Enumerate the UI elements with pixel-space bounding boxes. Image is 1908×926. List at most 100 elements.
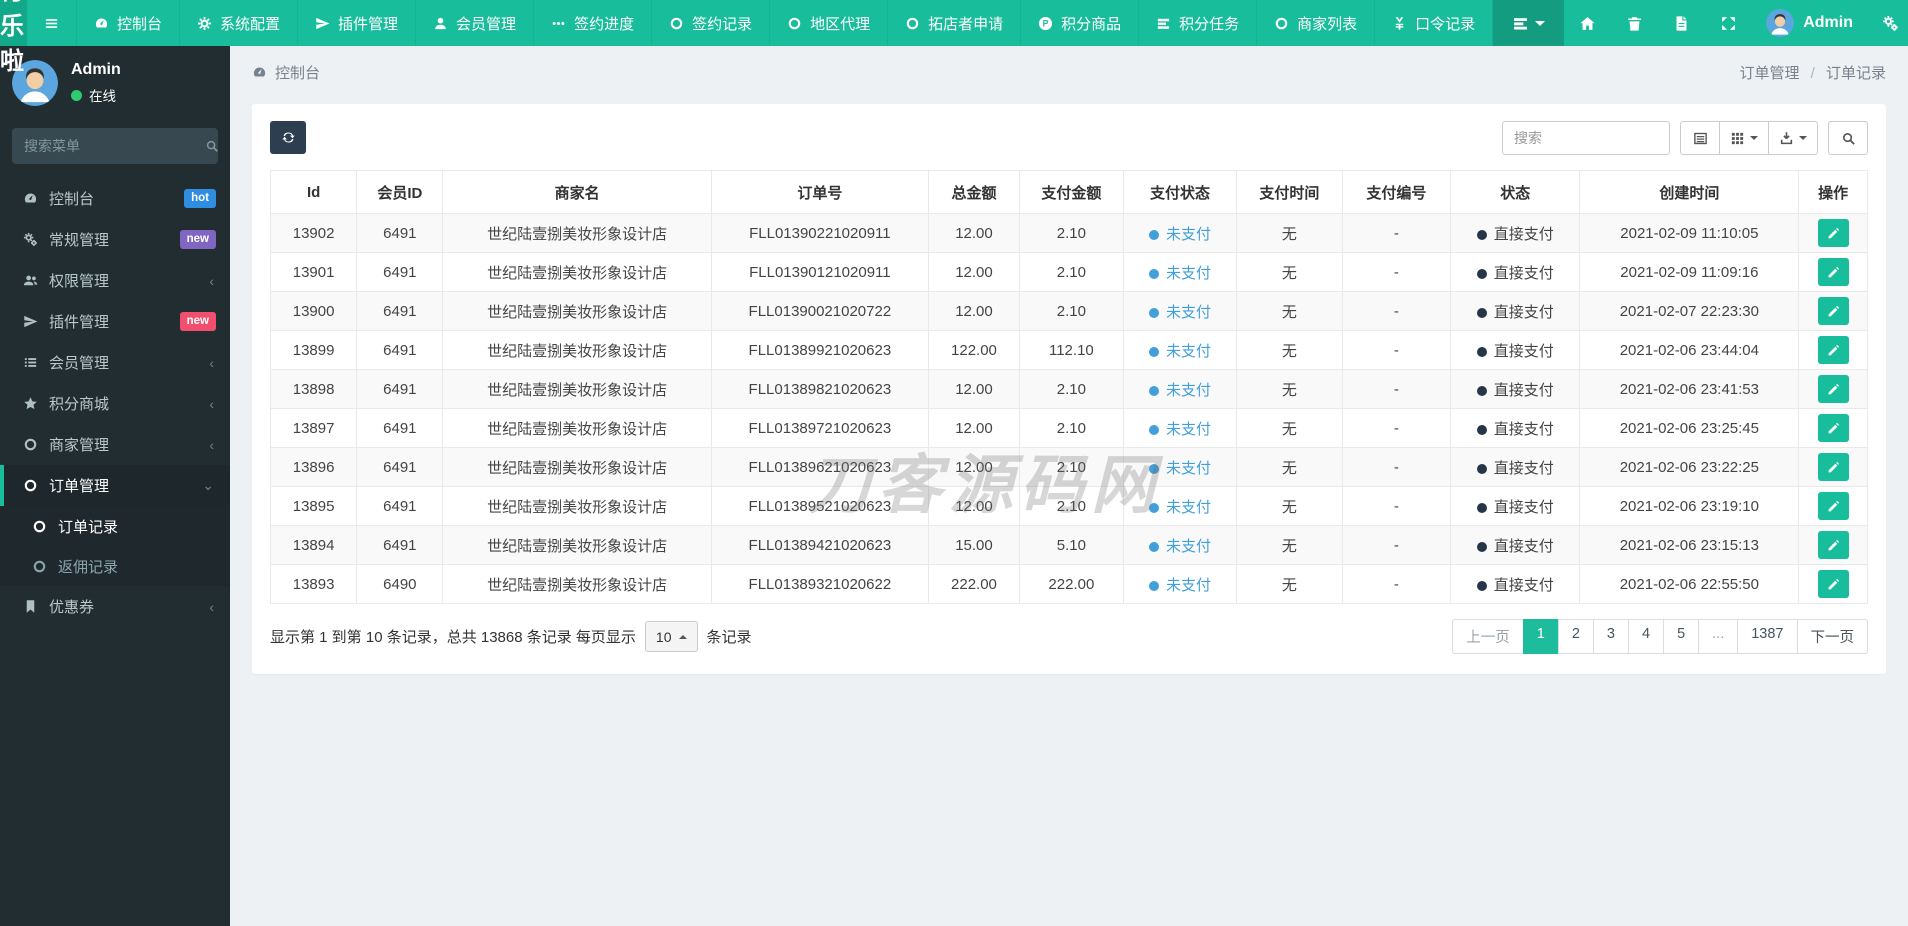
sidebar-item-8[interactable]: 优惠券 ‹: [0, 586, 230, 627]
col-header-id[interactable]: Id: [269, 170, 358, 214]
cell-id: 13902: [269, 213, 358, 253]
list-icon: [1512, 15, 1529, 32]
brand-logo[interactable]: 付乐啦: [0, 0, 27, 75]
col-header-pay_time[interactable]: 支付时间: [1236, 170, 1343, 214]
bookmark-icon: [23, 599, 38, 614]
nav-item-points-tasks[interactable]: 积分任务: [1139, 0, 1258, 46]
edit-button[interactable]: [1817, 258, 1849, 286]
sidebar-item-4[interactable]: 会员管理 ‹: [0, 342, 230, 383]
nav-item-password-records[interactable]: 口令记录: [1375, 0, 1494, 46]
sidebar-search-input[interactable]: [24, 138, 205, 154]
page-next[interactable]: 下一页: [1796, 619, 1868, 654]
cell-pay_time: 无: [1236, 408, 1343, 448]
page-3[interactable]: 3: [1592, 619, 1629, 654]
edit-button[interactable]: [1817, 453, 1849, 481]
detail-view-button[interactable]: [1680, 121, 1720, 155]
sidebar-item-7[interactable]: 订单管理 ⌄: [0, 465, 230, 506]
edit-button[interactable]: [1817, 375, 1849, 403]
page-4[interactable]: 4: [1627, 619, 1665, 654]
nav-log-button[interactable]: [1658, 0, 1705, 46]
col-header-status[interactable]: 状态: [1450, 170, 1581, 214]
sidebar-item-0[interactable]: 控制台 hot: [0, 178, 230, 219]
col-header-action[interactable]: 操作: [1798, 170, 1868, 214]
pencil-icon: [1827, 461, 1840, 474]
col-header-member_id[interactable]: 会员ID: [356, 170, 444, 214]
edit-button[interactable]: [1817, 219, 1849, 247]
col-header-order_no[interactable]: 订单号: [710, 170, 929, 214]
nav-settings-button[interactable]: [1867, 0, 1908, 46]
edit-button[interactable]: [1817, 570, 1849, 598]
nav-trash-button[interactable]: [1611, 0, 1658, 46]
edit-button[interactable]: [1817, 297, 1849, 325]
cell-order_no: FLL01389521020623: [710, 486, 929, 526]
sidebar-item-3[interactable]: 插件管理 new: [0, 301, 230, 342]
cell-status: 直接支付: [1450, 447, 1581, 487]
profile-name: Admin: [71, 61, 121, 78]
nav-item-region-agent[interactable]: 地区代理: [770, 0, 889, 46]
nav-item-hamburger[interactable]: [27, 0, 77, 46]
nav-list-dropdown[interactable]: [1493, 0, 1565, 46]
nav-item-system-config[interactable]: 系统配置: [180, 0, 299, 46]
columns-dropdown-button[interactable]: [1719, 121, 1769, 155]
page-5[interactable]: 5: [1663, 619, 1700, 654]
nav-item-merchant-list[interactable]: 商家列表: [1257, 0, 1376, 46]
nav-item-points-goods[interactable]: 积分商品: [1021, 0, 1140, 46]
cell-pay_status: 未支付: [1122, 213, 1238, 253]
col-header-total[interactable]: 总金额: [927, 170, 1020, 214]
cell-id: 13894: [269, 525, 358, 565]
sidebar-subitem-0[interactable]: 订单记录: [0, 506, 230, 546]
sidebar-item-6[interactable]: 商家管理 ‹: [0, 424, 230, 465]
sidebar-item-2[interactable]: 权限管理 ‹: [0, 260, 230, 301]
page-1[interactable]: 1: [1522, 619, 1559, 654]
sidebar-item-1[interactable]: 常规管理 new: [0, 219, 230, 260]
refresh-button[interactable]: [270, 121, 306, 154]
col-header-pay_status[interactable]: 支付状态: [1122, 170, 1238, 214]
edit-button[interactable]: [1817, 414, 1849, 442]
page-prev[interactable]: 上一页: [1452, 619, 1524, 654]
nav-item-member-manage[interactable]: 会员管理: [416, 0, 535, 46]
col-header-paid[interactable]: 支付金额: [1018, 170, 1124, 214]
edit-button[interactable]: [1817, 531, 1849, 559]
nav-item-plugin-manage[interactable]: 插件管理: [298, 0, 417, 46]
sidebar-item-5[interactable]: 积分商城 ‹: [0, 383, 230, 424]
export-dropdown-button[interactable]: [1768, 121, 1818, 155]
table-search-input[interactable]: [1502, 121, 1670, 155]
cell-total: 122.00: [927, 330, 1020, 370]
nav-item-label: 商家列表: [1297, 15, 1358, 33]
col-header-merchant[interactable]: 商家名: [442, 170, 712, 214]
page-size-select[interactable]: 10: [644, 621, 698, 652]
nav-user[interactable]: Admin: [1752, 0, 1867, 46]
table-row: 13898 6491 世纪陆壹捌美妆形象设计店 FLL01389821020623 12…: [269, 369, 1868, 409]
nav-item-sign-progress[interactable]: 签约进度: [534, 0, 653, 46]
cell-id: 13896: [269, 447, 358, 487]
edit-button[interactable]: [1817, 336, 1849, 364]
nav-fullscreen-button[interactable]: [1705, 0, 1752, 46]
cell-order_no: FLL01389821020623: [710, 369, 929, 409]
sidebar-subitem-label: 返佣记录: [58, 558, 119, 576]
cell-id: 13895: [269, 486, 358, 526]
edit-button[interactable]: [1817, 492, 1849, 520]
breadcrumb-parent[interactable]: 订单管理: [1739, 65, 1799, 82]
cell-pay_time: 无: [1236, 252, 1343, 292]
nav-item-shop-apply[interactable]: 拓店者申请: [888, 0, 1022, 46]
cell-pay_no: -: [1341, 408, 1452, 448]
search-toggle-button[interactable]: [1828, 121, 1868, 155]
page-...[interactable]: ...: [1698, 619, 1739, 654]
col-header-pay_no[interactable]: 支付编号: [1341, 170, 1452, 214]
cell-pay_status: 未支付: [1122, 564, 1238, 604]
col-header-created[interactable]: 创建时间: [1579, 170, 1800, 214]
breadcrumb-current: 订单记录: [1825, 64, 1886, 82]
nav-item-sign-records[interactable]: 签约记录: [652, 0, 771, 46]
sidebar-subitem-1[interactable]: 返佣记录: [0, 546, 230, 586]
page-1387[interactable]: 1387: [1737, 619, 1798, 654]
nav-item-console[interactable]: 控制台: [77, 0, 181, 46]
status-label: 直接支付: [1493, 537, 1554, 555]
pay-status-label: 未支付: [1165, 342, 1211, 360]
send-icon: [315, 16, 330, 31]
nav-home-button[interactable]: [1564, 0, 1611, 46]
page-2[interactable]: 2: [1557, 619, 1594, 654]
cell-merchant: 世纪陆壹捌美妆形象设计店: [442, 447, 712, 487]
circle-icon: [905, 16, 920, 31]
cell-status: 直接支付: [1450, 213, 1581, 253]
status-dot-icon: [1476, 385, 1487, 396]
